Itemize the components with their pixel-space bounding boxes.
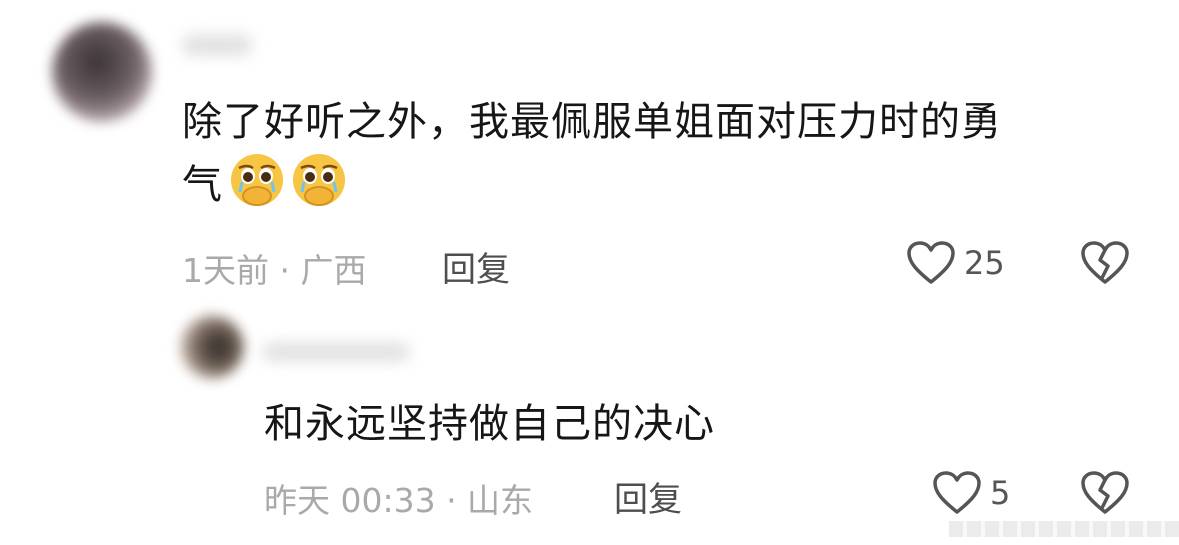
reply-reply-button[interactable]: 回复	[614, 472, 682, 521]
broken-heart-icon[interactable]	[1080, 240, 1130, 286]
reply-like-count: 5	[990, 474, 1011, 512]
broken-heart-icon[interactable]	[1080, 470, 1130, 516]
reply-meta: 昨天 00:33 · 山东	[264, 481, 534, 520]
pleading-face-hands-emoji	[291, 152, 347, 208]
heart-outline-icon[interactable]	[932, 470, 982, 516]
watermark	[949, 521, 1179, 537]
commenter-avatar[interactable]	[52, 22, 152, 122]
commenter-name[interactable]	[182, 34, 252, 56]
comment-text-tail: 气	[182, 162, 223, 208]
reply-button[interactable]: 回复	[442, 242, 510, 291]
comment-text-line1: 除了好听之外，我最佩服单姐面对压力时的勇	[182, 99, 1002, 145]
reply-avatar[interactable]	[180, 315, 244, 379]
comment-text-line2: 气	[182, 152, 1002, 215]
like-count: 25	[964, 244, 1005, 282]
comment-text: 除了好听之外，我最佩服单姐面对压力时的勇 气	[182, 92, 1002, 215]
comment-meta: 1天前 · 广西	[182, 251, 367, 290]
heart-outline-icon[interactable]	[906, 240, 956, 286]
reply-text: 和永远坚持做自己的决心	[264, 401, 715, 447]
reply-author-name[interactable]	[262, 342, 410, 362]
pleading-face-hands-emoji	[229, 152, 285, 208]
